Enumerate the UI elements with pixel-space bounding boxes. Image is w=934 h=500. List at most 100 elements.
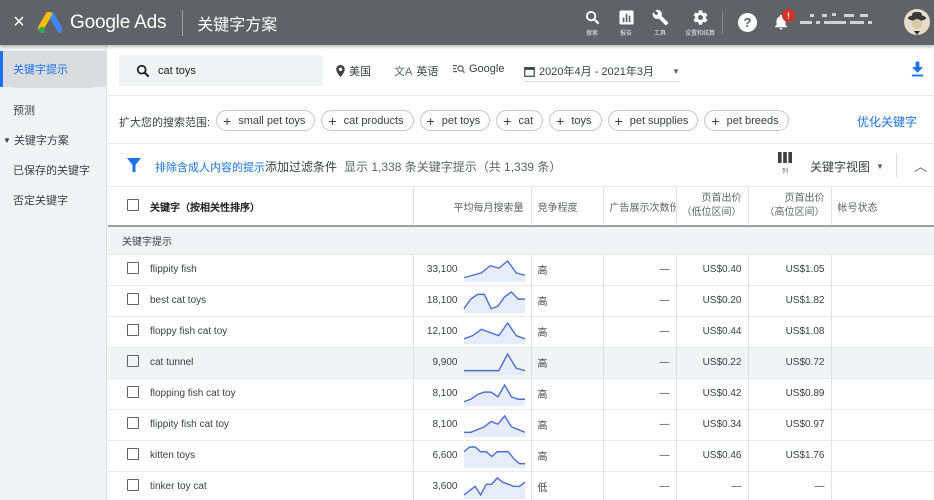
- close-button[interactable]: ×: [0, 0, 38, 45]
- row-checkbox[interactable]: [127, 479, 139, 491]
- keyword-search-input[interactable]: [158, 64, 308, 77]
- table-row[interactable]: cat tunnel 9,900 高 — US$0.22 US$0.72: [108, 347, 934, 378]
- status-cell: [831, 378, 934, 409]
- header-account-status[interactable]: 帐号状态: [831, 187, 934, 226]
- high-bid-cell: —: [748, 471, 832, 500]
- suggestion-chip[interactable]: + pet breeds: [704, 110, 789, 131]
- plus-icon: +: [711, 112, 720, 129]
- volume-cell: 8,100: [413, 409, 532, 440]
- add-filter-button[interactable]: 添加过滤条件: [265, 158, 337, 175]
- row-checkbox[interactable]: [127, 355, 139, 367]
- reports-tool-button[interactable]: 报告: [609, 0, 643, 45]
- download-icon[interactable]: [911, 61, 924, 77]
- header-low-bid[interactable]: 页首出价 （低位区间）: [676, 187, 749, 226]
- location-selector[interactable]: 美国: [336, 63, 371, 79]
- row-checkbox[interactable]: [127, 386, 139, 398]
- suggestion-chips: + small pet toys + cat products + pet toys …: [216, 110, 795, 131]
- high-bid-cell: US$0.97: [748, 409, 832, 440]
- keyword-cell: flippity fish cat toy: [139, 409, 414, 440]
- date-range-label: 2020年4月 - 2021年3月: [539, 66, 654, 78]
- page-title: 关键字方案: [197, 16, 278, 34]
- suggestion-chip[interactable]: + pet toys: [419, 110, 491, 131]
- table-row[interactable]: tinker toy cat 3,600 低 — — —: [108, 471, 934, 500]
- plus-icon: +: [223, 112, 232, 129]
- volume-cell: 33,100: [413, 254, 532, 285]
- sparkline-area: [463, 415, 525, 437]
- wrench-icon: [652, 9, 668, 25]
- sparkline-line: [463, 352, 525, 371]
- refine-keywords-button[interactable]: 优化关键字: [857, 113, 917, 130]
- settings-tool-button[interactable]: 设置和结算: [677, 0, 723, 45]
- settings-tool-label: 设置和结算: [684, 31, 715, 37]
- tools-tool-label: 工具: [653, 31, 666, 37]
- row-checkbox[interactable]: [127, 448, 139, 460]
- filter-funnel-icon[interactable]: [127, 158, 141, 172]
- columns-button[interactable]: 列: [778, 152, 792, 175]
- header-high-bid[interactable]: 页首出价 （高位区间）: [748, 187, 832, 226]
- trend-sparkline: [463, 321, 525, 344]
- row-checkbox[interactable]: [127, 324, 139, 336]
- chip-label: pet breeds: [726, 114, 779, 127]
- suggestion-chip[interactable]: + pet supplies: [607, 110, 699, 131]
- keyword-view-dropdown[interactable]: 关键字视图 ▼: [810, 158, 884, 175]
- low-bid-cell: US$0.22: [676, 347, 749, 378]
- header-high-bid-line1: 页首出价: [784, 193, 825, 204]
- suggestion-chip[interactable]: + toys: [549, 110, 602, 131]
- row-checkbox[interactable]: [127, 293, 139, 305]
- suggestion-chip[interactable]: + cat: [496, 110, 544, 131]
- sidebar-item-forecasts[interactable]: 预测: [0, 95, 106, 125]
- volume-cell: 18,100: [413, 285, 532, 316]
- competition-cell: 高: [531, 378, 604, 409]
- header-competition[interactable]: 竞争程度: [531, 187, 604, 226]
- table-row[interactable]: best cat toys 18,100 高 — US$0.20 US$1.82: [108, 285, 934, 316]
- search-network-icon: [453, 64, 465, 74]
- help-button[interactable]: ?: [738, 13, 757, 32]
- sidebar-item-keyword-ideas[interactable]: 关键字提示: [0, 51, 106, 87]
- table-row[interactable]: flippity fish cat toy 8,100 高 — US$0.34 US$0.…: [108, 409, 934, 440]
- collapse-chevron-up-icon[interactable]: ︿: [914, 156, 927, 175]
- table-row[interactable]: flopping fish cat toy 8,100 高 — US$0.42 US$0.…: [108, 378, 934, 409]
- chip-label: toys: [571, 114, 592, 127]
- row-checkbox[interactable]: [127, 262, 139, 274]
- adult-content-filter-link[interactable]: 排除含成人内容的提示: [155, 159, 265, 175]
- table-row[interactable]: flippity fish 33,100 高 — US$0.40 US$1.05: [108, 254, 934, 285]
- select-all-checkbox[interactable]: [127, 198, 139, 211]
- header-keyword[interactable]: 关键字（按相关性排序）: [139, 187, 414, 226]
- status-cell: [831, 409, 934, 440]
- sidebar-item-saved-keywords[interactable]: 已保存的关键字: [0, 155, 106, 185]
- columns-icon: [778, 152, 792, 163]
- table-row[interactable]: floppy fish cat toy 12,100 高 — US$0.44 US$1.0…: [108, 316, 934, 347]
- search-tool-button[interactable]: 搜索: [575, 0, 609, 45]
- impression-share-cell: —: [603, 254, 677, 285]
- sparkline-area: [463, 446, 525, 468]
- avatar[interactable]: [904, 9, 930, 35]
- header-avg-monthly-searches[interactable]: 平均每月搜索量: [413, 187, 532, 226]
- high-bid-cell: US$1.82: [748, 285, 832, 316]
- low-bid-cell: US$0.42: [676, 378, 749, 409]
- keyword-search-box[interactable]: [119, 55, 323, 86]
- status-cell: [831, 285, 934, 316]
- tools-tool-button[interactable]: 工具: [643, 0, 677, 45]
- divider: [14, 87, 92, 88]
- date-range-selector[interactable]: 2020年4月 - 2021年3月 ▼: [524, 63, 680, 82]
- sidebar-item-negative-keywords[interactable]: 否定关键字: [0, 185, 106, 215]
- suggestion-chip[interactable]: + cat products: [321, 110, 414, 131]
- suggestion-chip[interactable]: + small pet toys: [216, 110, 316, 131]
- volume-value: 9,900: [432, 357, 458, 368]
- competition-cell: 高: [531, 409, 604, 440]
- table-row[interactable]: kitten toys 6,600 高 — US$0.46 US$1.76: [108, 440, 934, 471]
- network-label: Google: [469, 63, 505, 75]
- sidebar-item-keyword-plans[interactable]: ▼ 关键字方案: [0, 125, 106, 155]
- top-app-bar: × Google Ads 关键字方案 搜索 报告 工具 设置和结算 ? !: [0, 0, 934, 45]
- brand-name: Google Ads: [70, 11, 167, 33]
- language-selector[interactable]: 文A 英语: [394, 63, 438, 79]
- network-selector[interactable]: Google: [453, 63, 504, 75]
- row-checkbox[interactable]: [127, 417, 139, 429]
- group-row: 关键字提示: [108, 226, 934, 255]
- header-impression-share[interactable]: 广告展示次数份额: [603, 187, 677, 226]
- account-info-redacted[interactable]: [800, 12, 896, 32]
- broaden-search-label: 扩大您的搜索范围:: [119, 117, 211, 129]
- low-bid-cell: US$0.40: [676, 254, 749, 285]
- header-low-bid-line2: （低位区间）: [681, 207, 742, 218]
- keyword-cell: best cat toys: [139, 285, 414, 316]
